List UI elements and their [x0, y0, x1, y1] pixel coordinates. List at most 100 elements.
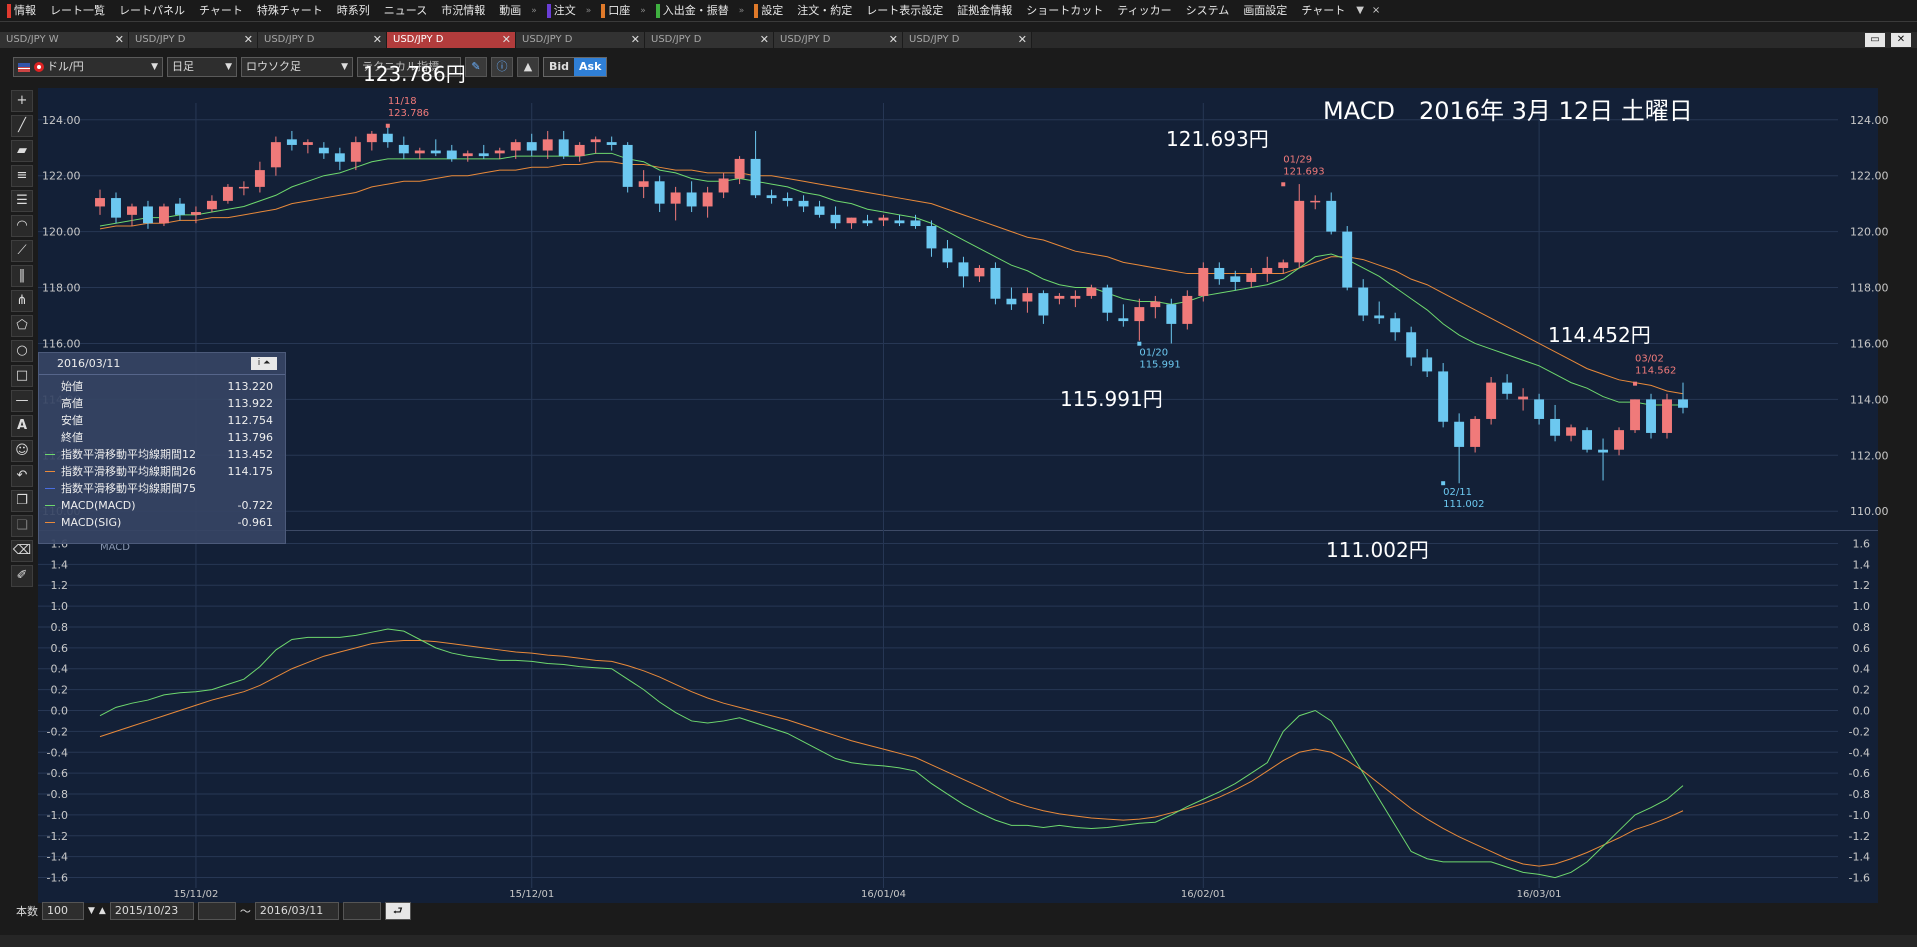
peak-price-label: 121.693円 [1166, 127, 1269, 151]
return-icon[interactable]: ⮐ [384, 902, 411, 920]
bottom-strip [0, 935, 1917, 947]
chart-tab-label: USD/JPY D [522, 34, 573, 45]
tab-close-icon[interactable]: ✕ [889, 32, 898, 48]
candle-body [206, 200, 217, 210]
macd-tick-right: 0.0 [1853, 705, 1871, 718]
copy-icon[interactable]: ❐ [11, 490, 33, 512]
chart-tab[interactable]: USD/JPY D ✕ [645, 32, 774, 48]
menu-item-label: レート一覧 [50, 3, 105, 17]
pen-icon[interactable]: ✎ [465, 57, 487, 77]
menu-item[interactable]: 注文・約定 [790, 0, 859, 22]
candle-body [1646, 399, 1656, 433]
menu-item[interactable]: 特殊チャート [250, 0, 330, 22]
menu-item[interactable]: レート一覧 [43, 0, 112, 22]
erase-all-icon[interactable]: ✐ [11, 565, 33, 587]
rectangle-icon[interactable]: □ [11, 365, 33, 387]
tab-close-icon[interactable]: ✕ [1018, 32, 1027, 48]
tab-close-icon[interactable]: ✕ [373, 32, 382, 48]
info-row: 指数平滑移動平均線期間26 114.175 [39, 463, 285, 480]
menu-item[interactable]: 動画 [492, 0, 528, 22]
menu-item[interactable]: 情報 [0, 0, 43, 22]
chart-tab[interactable]: USD/JPY D ✕ [516, 32, 645, 48]
info-collapse-icon[interactable]: i ⏶ [251, 357, 277, 370]
vertical-lines-icon[interactable]: ‖ [11, 265, 33, 287]
horizontal-lines-icon[interactable]: ≡ [11, 165, 33, 187]
menu-item[interactable]: 市況情報 [434, 0, 492, 22]
chart-type-select[interactable]: ロウソク足 ▼ [241, 57, 353, 77]
menu-item[interactable]: チャート [1294, 0, 1352, 22]
menu-item[interactable]: 設定 [747, 0, 790, 22]
menu-item[interactable]: 注文 [540, 0, 583, 22]
bid-ask-toggle[interactable]: Bid Ask [543, 57, 608, 77]
undo-icon[interactable]: ↶ [11, 465, 33, 487]
menu-item[interactable]: ショートカット [1019, 0, 1110, 22]
legend-swatch [45, 471, 55, 472]
paste-icon[interactable]: ❏ [11, 515, 33, 537]
bid-button[interactable]: Bid [544, 58, 575, 76]
candle-body [926, 226, 937, 249]
ask-button[interactable]: Ask [574, 58, 607, 76]
menu-bar: 情報 レート一覧 レートパネル チャート 特殊チャート 時系列 ニュース 市況情報 動画» 注文»… [0, 0, 1917, 22]
count-down-icon[interactable]: ▼ [88, 906, 95, 916]
text-icon[interactable]: A [11, 415, 33, 437]
arc-icon[interactable]: ◠ [11, 215, 33, 237]
annotation-date: 01/29 [1283, 154, 1312, 165]
menu-overflow-icon[interactable]: ▼ [1352, 5, 1368, 16]
from-time-field[interactable] [197, 902, 236, 920]
menu-item[interactable]: チャート [192, 0, 250, 22]
period-select[interactable]: 日足 ▼ [167, 57, 237, 77]
tab-close-icon[interactable]: ✕ [631, 32, 640, 48]
candlestick-macd-chart[interactable]: 124.00 124.00 122.00 122.00 120.00 120.00 118.… [38, 62, 1889, 903]
menu-item[interactable]: ティッカー [1110, 0, 1178, 22]
chart-tab[interactable]: USD/JPY D ✕ [129, 32, 258, 48]
menu-close-icon[interactable]: × [1368, 5, 1384, 16]
menu-item-label: 注文・約定 [797, 3, 853, 17]
horizontal-line-icon[interactable]: — [11, 390, 33, 412]
tab-close-icon[interactable]: ✕ [760, 32, 769, 48]
jp-flag-icon [33, 62, 44, 72]
tab-close-icon[interactable]: ✕ [115, 32, 124, 48]
menu-item[interactable]: レート表示設定 [859, 0, 950, 22]
to-date-field[interactable]: 2016/03/11 [254, 902, 339, 920]
tab-close-icon[interactable]: ✕ [244, 32, 253, 48]
close-window-button[interactable]: ✕ [1891, 33, 1911, 47]
circle-icon[interactable]: ○ [11, 340, 33, 362]
macd-tick-right: -0.4 [1849, 746, 1870, 759]
ema26-line [99, 161, 1684, 395]
candle-body [1150, 301, 1161, 308]
chart-tab[interactable]: USD/JPY D ✕ [903, 32, 1032, 48]
to-time-field[interactable] [342, 902, 381, 920]
crosshair-icon[interactable]: + [11, 90, 33, 112]
menu-item[interactable]: レートパネル [112, 0, 192, 22]
eraser-icon[interactable]: ⌫ [11, 540, 33, 562]
count-up-icon[interactable]: ▲ [99, 906, 106, 916]
restore-icon[interactable]: ▭ [1865, 33, 1885, 47]
tab-close-icon[interactable]: ✕ [502, 32, 511, 48]
count-field[interactable]: 100 [42, 902, 84, 920]
menu-item[interactable]: 時系列 [330, 0, 377, 22]
fibonacci-icon[interactable]: ☰ [11, 190, 33, 212]
menu-item[interactable]: ニュース [377, 0, 434, 22]
menu-item[interactable]: 画面設定 [1236, 0, 1294, 22]
chart-tab[interactable]: USD/JPY D ✕ [387, 32, 516, 48]
mountain-chart-icon[interactable]: ▲ [517, 57, 539, 77]
currency-pair-select[interactable]: ドル/円 ▼ [13, 57, 163, 77]
menu-item[interactable]: システム [1179, 0, 1237, 22]
chart-tab[interactable]: USD/JPY D ✕ [774, 32, 903, 48]
ruler-icon[interactable]: ▰ [11, 140, 33, 162]
from-date-field[interactable]: 2015/10/23 [109, 902, 194, 920]
fan-icon[interactable]: ⟋ [11, 240, 33, 262]
menu-item[interactable]: 口座 [594, 0, 637, 22]
chart-tab[interactable]: USD/JPY D ✕ [258, 32, 387, 48]
menu-item[interactable]: 入出金・振替 [649, 0, 736, 22]
info-icon[interactable]: ⓘ [491, 57, 513, 77]
trend-line-icon[interactable]: ╱ [11, 115, 33, 137]
smiley-icon[interactable]: ☺ [11, 440, 33, 462]
candle-body [1566, 427, 1577, 436]
pentagon-icon[interactable]: ⬠ [11, 315, 33, 337]
info-value: 113.220 [227, 380, 274, 393]
y-tick-left: 116.00 [42, 337, 81, 350]
pitchfork-icon[interactable]: ⋔ [11, 290, 33, 312]
menu-item[interactable]: 証拠金情報 [950, 0, 1019, 22]
chart-tab[interactable]: USD/JPY W ✕ [0, 32, 129, 48]
